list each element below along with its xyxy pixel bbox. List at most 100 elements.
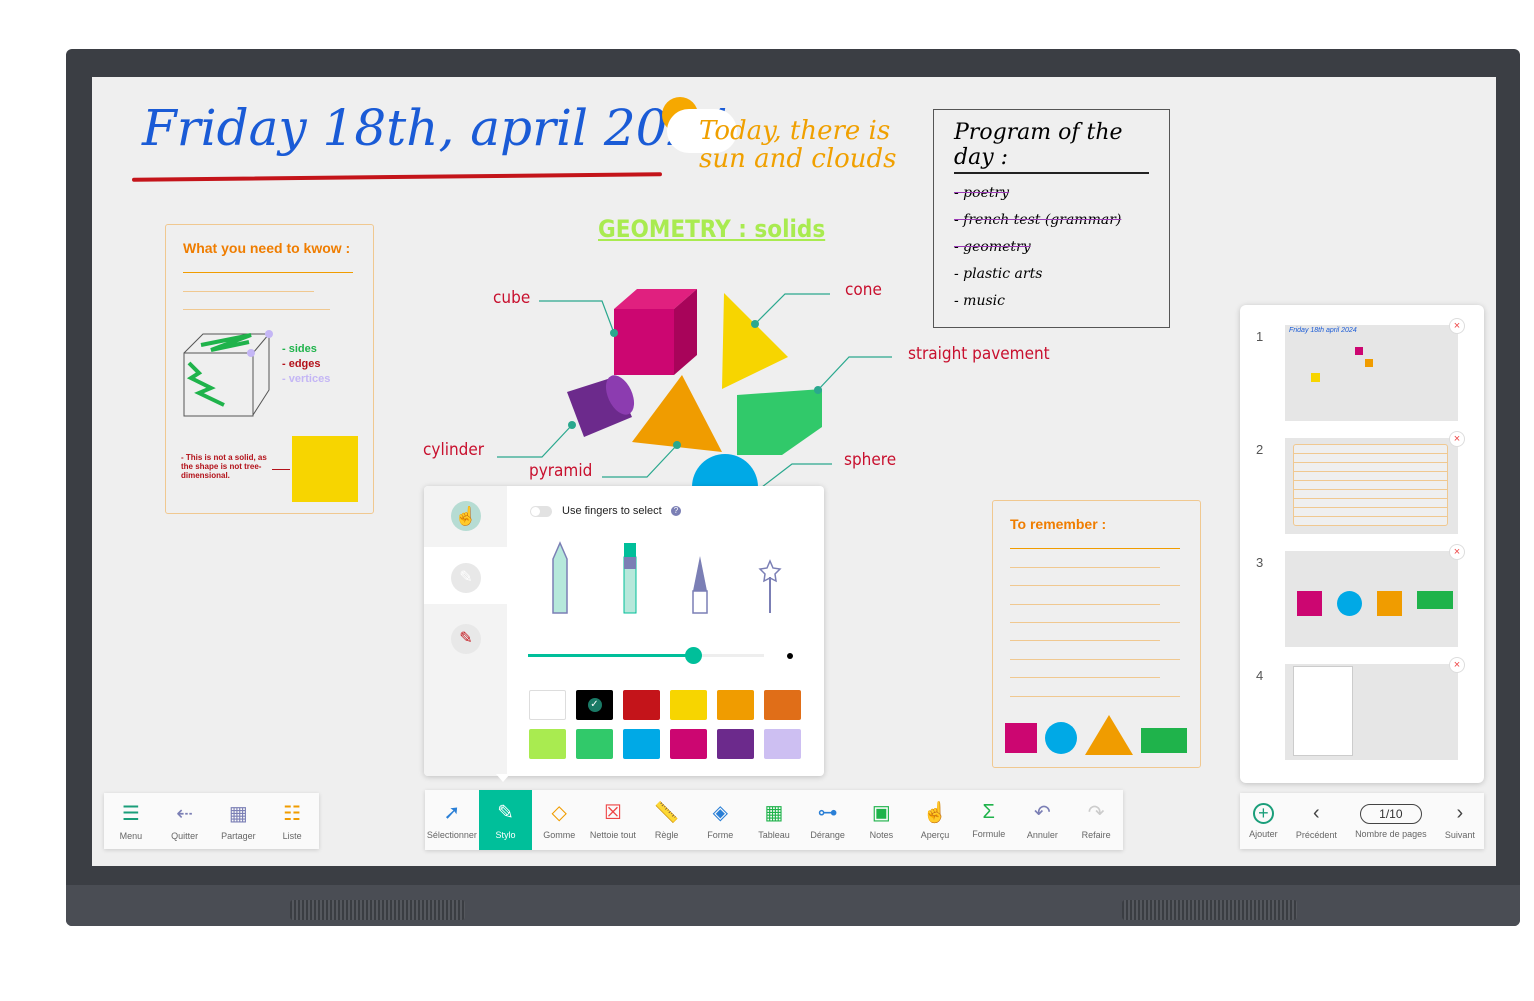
remember-title: To remember :: [1010, 516, 1107, 532]
add-page-button[interactable]: + Ajouter: [1249, 793, 1278, 849]
color-swatch[interactable]: [717, 729, 754, 759]
color-swatch[interactable]: [529, 729, 566, 759]
list-icon: ☷: [283, 803, 302, 825]
next-page-button[interactable]: › Suivant: [1445, 793, 1475, 849]
tool-refaire[interactable]: ↷ Refaire: [1069, 790, 1123, 850]
remember-card[interactable]: To remember :: [992, 500, 1201, 768]
program-card[interactable]: Program of the day : - poetry - french te…: [933, 109, 1170, 328]
fingers-label: Use fingers to select: [562, 505, 662, 517]
tool-dérange[interactable]: ⊶ Dérange: [801, 790, 855, 850]
tool-nettoie-tout[interactable]: ☒ Nettoie tout: [586, 790, 640, 850]
sphere-shape: [692, 454, 758, 487]
size-slider[interactable]: [528, 647, 764, 664]
close-icon[interactable]: ×: [1449, 318, 1465, 334]
page-thumbnail[interactable]: [1285, 664, 1458, 760]
tool-menu[interactable]: ☰ Menu: [104, 793, 158, 849]
tool-annuler[interactable]: ↶ Annuler: [1016, 790, 1070, 850]
close-icon[interactable]: ×: [1449, 657, 1465, 673]
pages-toolbar: + Ajouter ‹ Précédent 1/10 Nombre de pages …: [1240, 793, 1484, 849]
cone-shape: [722, 293, 788, 389]
tool-quitter[interactable]: ⇠ Quitter: [158, 793, 212, 849]
hand-select-icon[interactable]: ☝: [451, 501, 481, 531]
weather-text: Today, there is sun and clouds: [699, 116, 897, 174]
color-swatch[interactable]: [764, 690, 801, 720]
close-icon[interactable]: ×: [1449, 431, 1465, 447]
pages-panel: 1 Friday 18th april 2024 × 2 × 3 × 4 ×: [1240, 305, 1484, 783]
help-icon[interactable]: ?: [671, 506, 681, 516]
color-swatch[interactable]: [623, 690, 660, 720]
color-swatch[interactable]: [529, 690, 566, 720]
know-title: What you need to kwow :: [183, 240, 351, 256]
program-item: - poetry: [954, 185, 1010, 201]
tool-notes[interactable]: ▣ Notes: [855, 790, 909, 850]
close-icon[interactable]: ×: [1449, 544, 1465, 560]
marker-icon[interactable]: ✎: [451, 624, 481, 654]
page-counter[interactable]: 1/10 Nombre de pages: [1355, 793, 1427, 849]
tool-gomme[interactable]: ◇ Gomme: [532, 790, 586, 850]
label-cone: cone: [845, 280, 882, 300]
tool-sélectionner[interactable]: ➚ Sélectionner: [425, 790, 479, 850]
page-thumbnail[interactable]: [1285, 438, 1458, 534]
ruler-icon: 📏: [654, 802, 680, 824]
tool-forme[interactable]: ◈ Forme: [693, 790, 747, 850]
chevron-right-icon: ›: [1456, 802, 1464, 824]
tool-aperçu[interactable]: ☝ Aperçu: [908, 790, 962, 850]
tool-tableau[interactable]: ▦ Tableau: [747, 790, 801, 850]
yellow-square: [292, 436, 358, 502]
speaker-grill: [1122, 900, 1297, 920]
label-straight: straight pavement: [908, 344, 1050, 364]
program-title: Program of the day :: [954, 120, 1149, 174]
exit-icon: ⇠: [176, 803, 193, 825]
page-thumbnail[interactable]: Friday 18th april 2024: [1285, 325, 1458, 421]
program-item: - music: [954, 293, 1005, 309]
know-card[interactable]: What you need to kwow : - sides - edges …: [165, 224, 374, 514]
color-swatch[interactable]: [717, 690, 754, 720]
display-chin: [66, 885, 1520, 926]
page-number: 2: [1256, 442, 1264, 457]
tool-formule[interactable]: Σ Formule: [962, 790, 1016, 850]
color-swatch[interactable]: [576, 729, 613, 759]
tool-liste[interactable]: ☷ Liste: [265, 793, 319, 849]
page-thumbnail[interactable]: [1285, 551, 1458, 647]
tool-partager[interactable]: ▦ Partager: [212, 793, 266, 849]
color-swatch[interactable]: [670, 690, 707, 720]
sides-label: - sides: [282, 343, 317, 355]
color-swatch[interactable]: [670, 729, 707, 759]
size-preview: [787, 653, 793, 659]
shapes-icon: ◈: [712, 802, 728, 824]
label-cube: cube: [493, 288, 531, 308]
color-swatch[interactable]: [764, 729, 801, 759]
label-sphere: sphere: [844, 450, 897, 470]
tool-stylo[interactable]: ✎ Stylo: [478, 790, 533, 850]
page-number: 4: [1256, 668, 1264, 683]
program-item: - geometry: [954, 239, 1031, 255]
tool-règle[interactable]: 📏 Règle: [640, 790, 694, 850]
prev-page-button[interactable]: ‹ Précédent: [1296, 793, 1337, 849]
notes-icon: ▣: [871, 802, 891, 824]
mindmap-icon: ⊶: [817, 802, 838, 824]
table-icon: ▦: [764, 802, 784, 824]
page-number: 3: [1256, 555, 1264, 570]
dropper-icon[interactable]: ✎: [451, 563, 481, 593]
speaker-grill: [290, 900, 465, 920]
plus-icon: +: [1252, 803, 1274, 824]
redo-icon: ↷: [1087, 802, 1105, 824]
clear-icon: ☒: [603, 802, 622, 824]
cube-shape: [614, 309, 674, 375]
geometry-title: GEOMETRY : solids: [598, 215, 826, 243]
undo-icon: ↶: [1034, 802, 1051, 824]
color-swatch[interactable]: [623, 729, 660, 759]
brush-icon: [692, 556, 708, 614]
color-swatch[interactable]: ✓: [576, 690, 613, 720]
main-toolbar: ➚ Sélectionner ✎ Stylo ◇ Gomme ☒ Nettoie tout 📏 R…: [425, 790, 1123, 850]
underline: [131, 172, 663, 182]
cursor-icon: ➚: [443, 802, 461, 824]
label-cylinder: cylinder: [423, 440, 485, 460]
program-item: - plastic arts: [954, 266, 1043, 282]
fingers-toggle[interactable]: [530, 506, 552, 517]
label-pyramid: pyramid: [529, 461, 593, 481]
program-item: - french test (grammar): [954, 212, 1122, 228]
page-number: 1: [1256, 329, 1264, 344]
whiteboard-canvas[interactable]: Friday 18th, april 2024 Today, there is …: [92, 77, 1496, 866]
note-text: - This is not a solid, as the shape is n…: [181, 453, 267, 480]
